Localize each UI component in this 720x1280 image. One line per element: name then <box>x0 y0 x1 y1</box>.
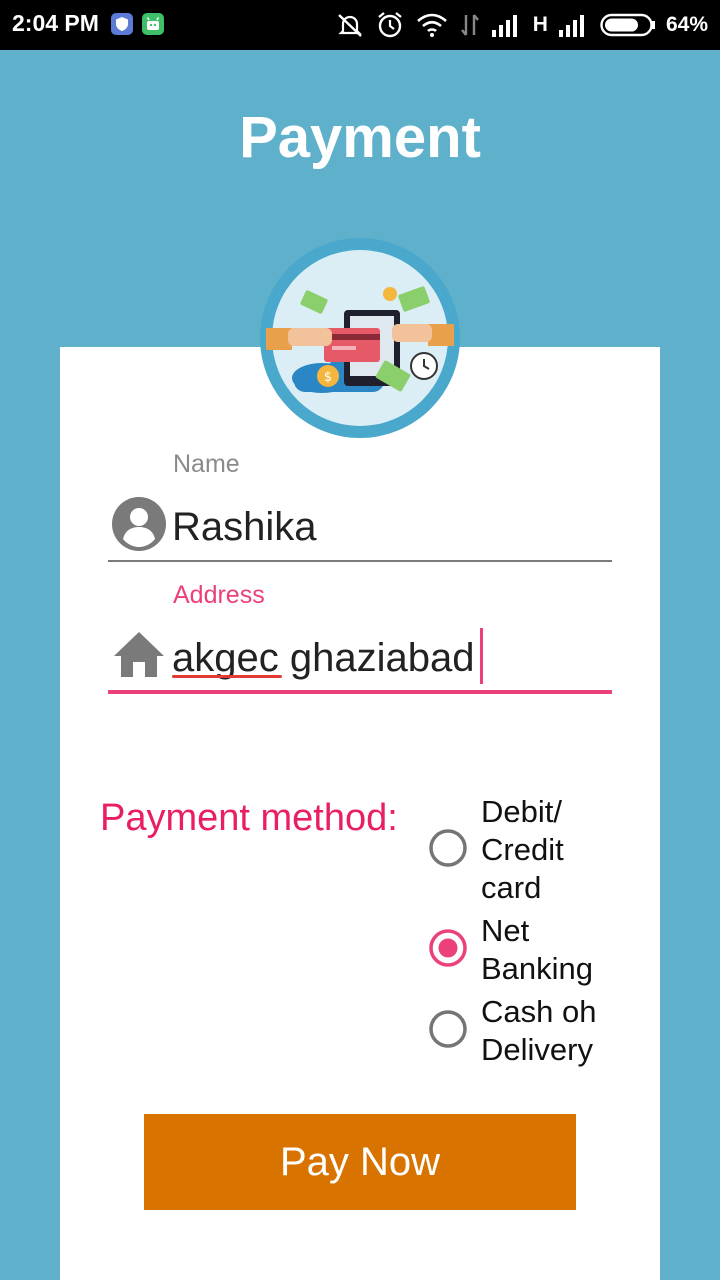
home-icon <box>114 632 164 677</box>
data-arrows-icon <box>460 14 479 36</box>
name-label: Name <box>173 450 240 478</box>
battery-percent: 64% <box>665 13 708 36</box>
svg-text:$: $ <box>324 370 332 385</box>
shield-app-icon <box>111 13 133 35</box>
signal-icon <box>491 15 517 37</box>
alarm-icon <box>378 12 402 38</box>
address-label: Address <box>173 581 265 609</box>
radio-cash-on-delivery[interactable] <box>428 1009 468 1049</box>
spellcheck-underline <box>172 675 282 678</box>
radio-label-net-banking[interactable]: Net Banking <box>481 912 593 988</box>
person-icon <box>112 497 166 551</box>
radio-debit-credit[interactable] <box>428 828 468 868</box>
wifi-icon <box>416 13 447 37</box>
signal-icon-2 <box>558 15 584 37</box>
pay-now-button[interactable]: Pay Now <box>144 1114 576 1210</box>
name-underline <box>108 560 612 562</box>
payment-method-label: Payment method: <box>100 797 398 839</box>
name-input[interactable]: Rashika <box>172 505 317 550</box>
radio-net-banking[interactable] <box>428 928 468 968</box>
battery-icon <box>600 13 655 37</box>
radio-label-cash-on-delivery[interactable]: Cash oh Delivery <box>481 993 596 1069</box>
android-app-icon <box>142 13 164 35</box>
payment-logo-icon: $ <box>260 238 460 438</box>
radio-label-debit-credit[interactable]: Debit/ Credit card <box>481 793 564 907</box>
address-underline <box>108 690 612 694</box>
network-type: H <box>532 13 548 36</box>
status-bar: 2:04 PM H 64% <box>0 0 720 50</box>
page-title: Payment <box>239 105 481 170</box>
mute-icon <box>337 14 362 37</box>
text-cursor <box>480 628 483 684</box>
status-time: 2:04 PM <box>12 10 99 36</box>
